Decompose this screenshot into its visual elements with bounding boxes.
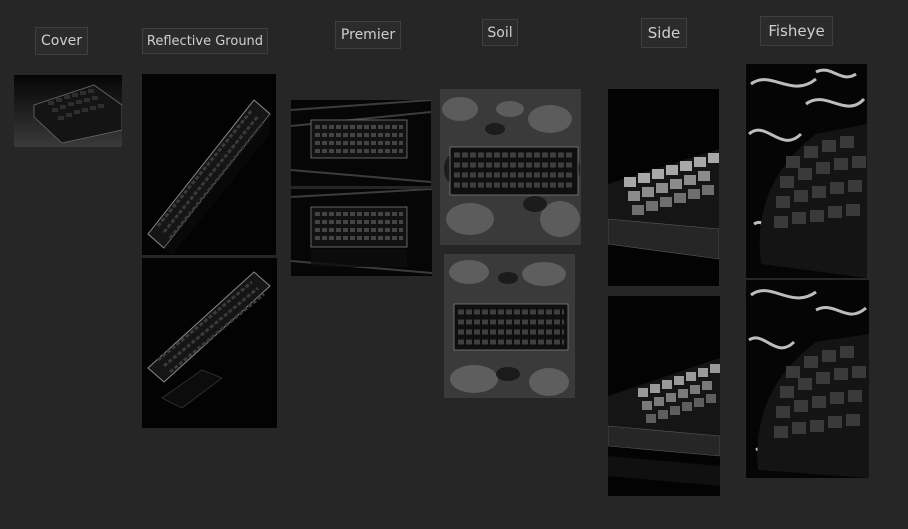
reflective-ground-image-1[interactable] — [142, 74, 276, 255]
fisheye-image-1[interactable] — [746, 64, 867, 278]
side-image-2[interactable] — [608, 296, 720, 496]
reflective-ground-image-2[interactable] — [142, 258, 277, 428]
soil-image-1[interactable] — [440, 89, 581, 245]
fisheye-image-2[interactable] — [746, 280, 869, 478]
section-label-reflective-ground[interactable]: Reflective Ground — [142, 28, 268, 54]
soil-image-2[interactable] — [444, 254, 575, 398]
section-label-soil[interactable]: Soil — [482, 19, 518, 46]
side-image-1[interactable] — [608, 89, 719, 286]
premier-image-1[interactable] — [291, 100, 431, 186]
section-label-fisheye[interactable]: Fisheye — [760, 16, 833, 46]
cover-image-thumbnail[interactable] — [14, 75, 122, 147]
section-label-side[interactable]: Side — [641, 18, 687, 48]
section-label-cover[interactable]: Cover — [35, 27, 88, 55]
premier-image-2[interactable] — [291, 189, 432, 276]
section-label-premier[interactable]: Premier — [335, 21, 401, 49]
